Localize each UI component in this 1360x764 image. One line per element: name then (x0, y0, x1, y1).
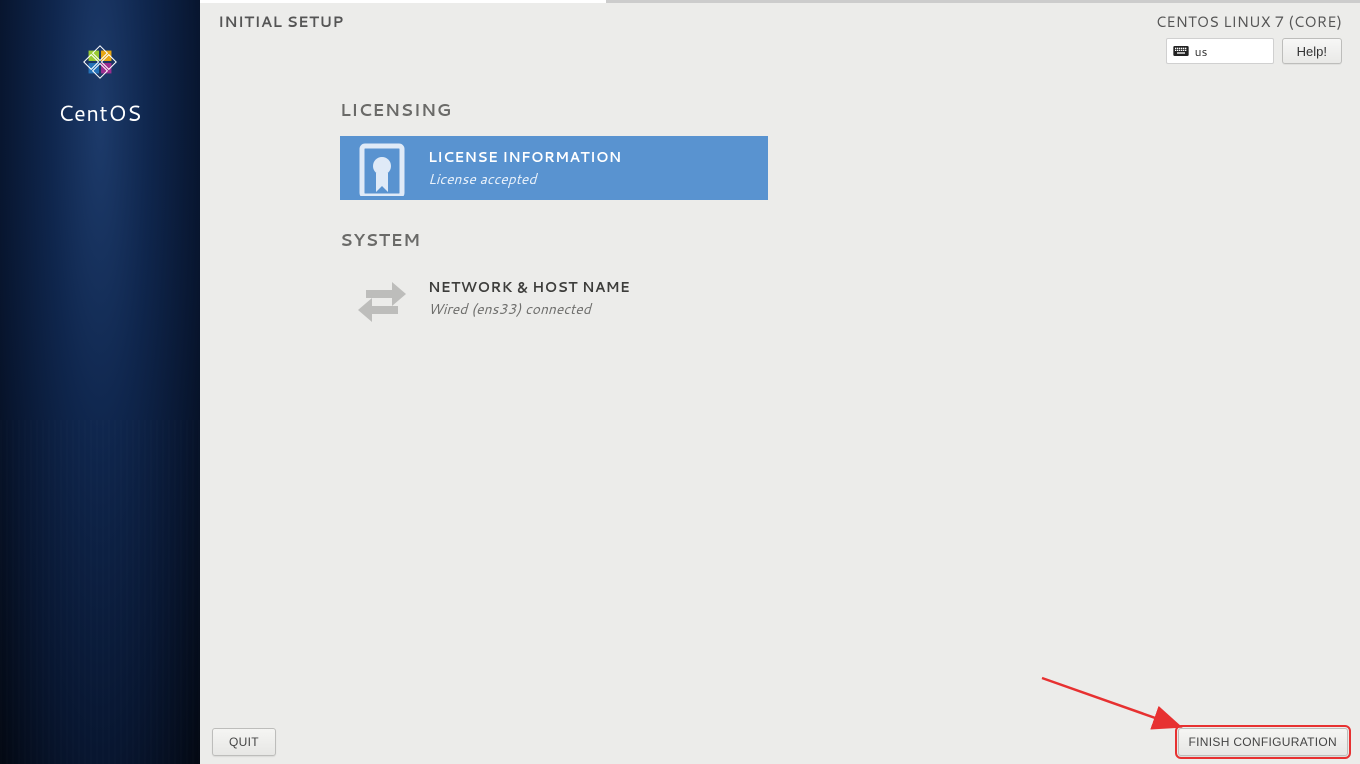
license-icon (354, 140, 410, 196)
footer: QUIT FINISH CONFIGURATION (200, 720, 1360, 764)
brand-logo: CentOS (58, 36, 142, 129)
spoke-license-information[interactable]: LICENSE INFORMATION License accepted (340, 136, 768, 200)
section-licensing-label: LICENSING (340, 98, 1360, 122)
distro-label: CENTOS LINUX 7 (CORE) (1156, 11, 1342, 32)
spoke-network-status: Wired (ens33) connected (428, 299, 630, 319)
keyboard-icon (1173, 45, 1189, 57)
spoke-license-status: License accepted (428, 169, 622, 189)
centos-logo-icon (74, 36, 126, 88)
keyboard-layout-selector[interactable]: us (1166, 38, 1274, 64)
content-area: LICENSING LICENSE INFORMATION License ac… (200, 64, 1360, 330)
network-icon (354, 270, 410, 326)
header: INITIAL SETUP CENTOS LINUX 7 (CORE) us H… (200, 3, 1360, 64)
help-button[interactable]: Help! (1282, 38, 1342, 64)
spoke-network-hostname[interactable]: NETWORK & HOST NAME Wired (ens33) connec… (340, 266, 768, 330)
section-system-label: SYSTEM (340, 228, 1360, 252)
sidebar: CentOS (0, 0, 200, 764)
keyboard-layout-label: us (1195, 43, 1208, 60)
spoke-network-title: NETWORK & HOST NAME (428, 277, 630, 297)
page-title: INITIAL SETUP (218, 11, 344, 32)
main-panel: INITIAL SETUP CENTOS LINUX 7 (CORE) us H… (200, 0, 1360, 764)
brand-name: CentOS (58, 98, 142, 129)
finish-configuration-button[interactable]: FINISH CONFIGURATION (1178, 728, 1348, 756)
spoke-license-title: LICENSE INFORMATION (428, 147, 622, 167)
quit-button[interactable]: QUIT (212, 728, 276, 756)
